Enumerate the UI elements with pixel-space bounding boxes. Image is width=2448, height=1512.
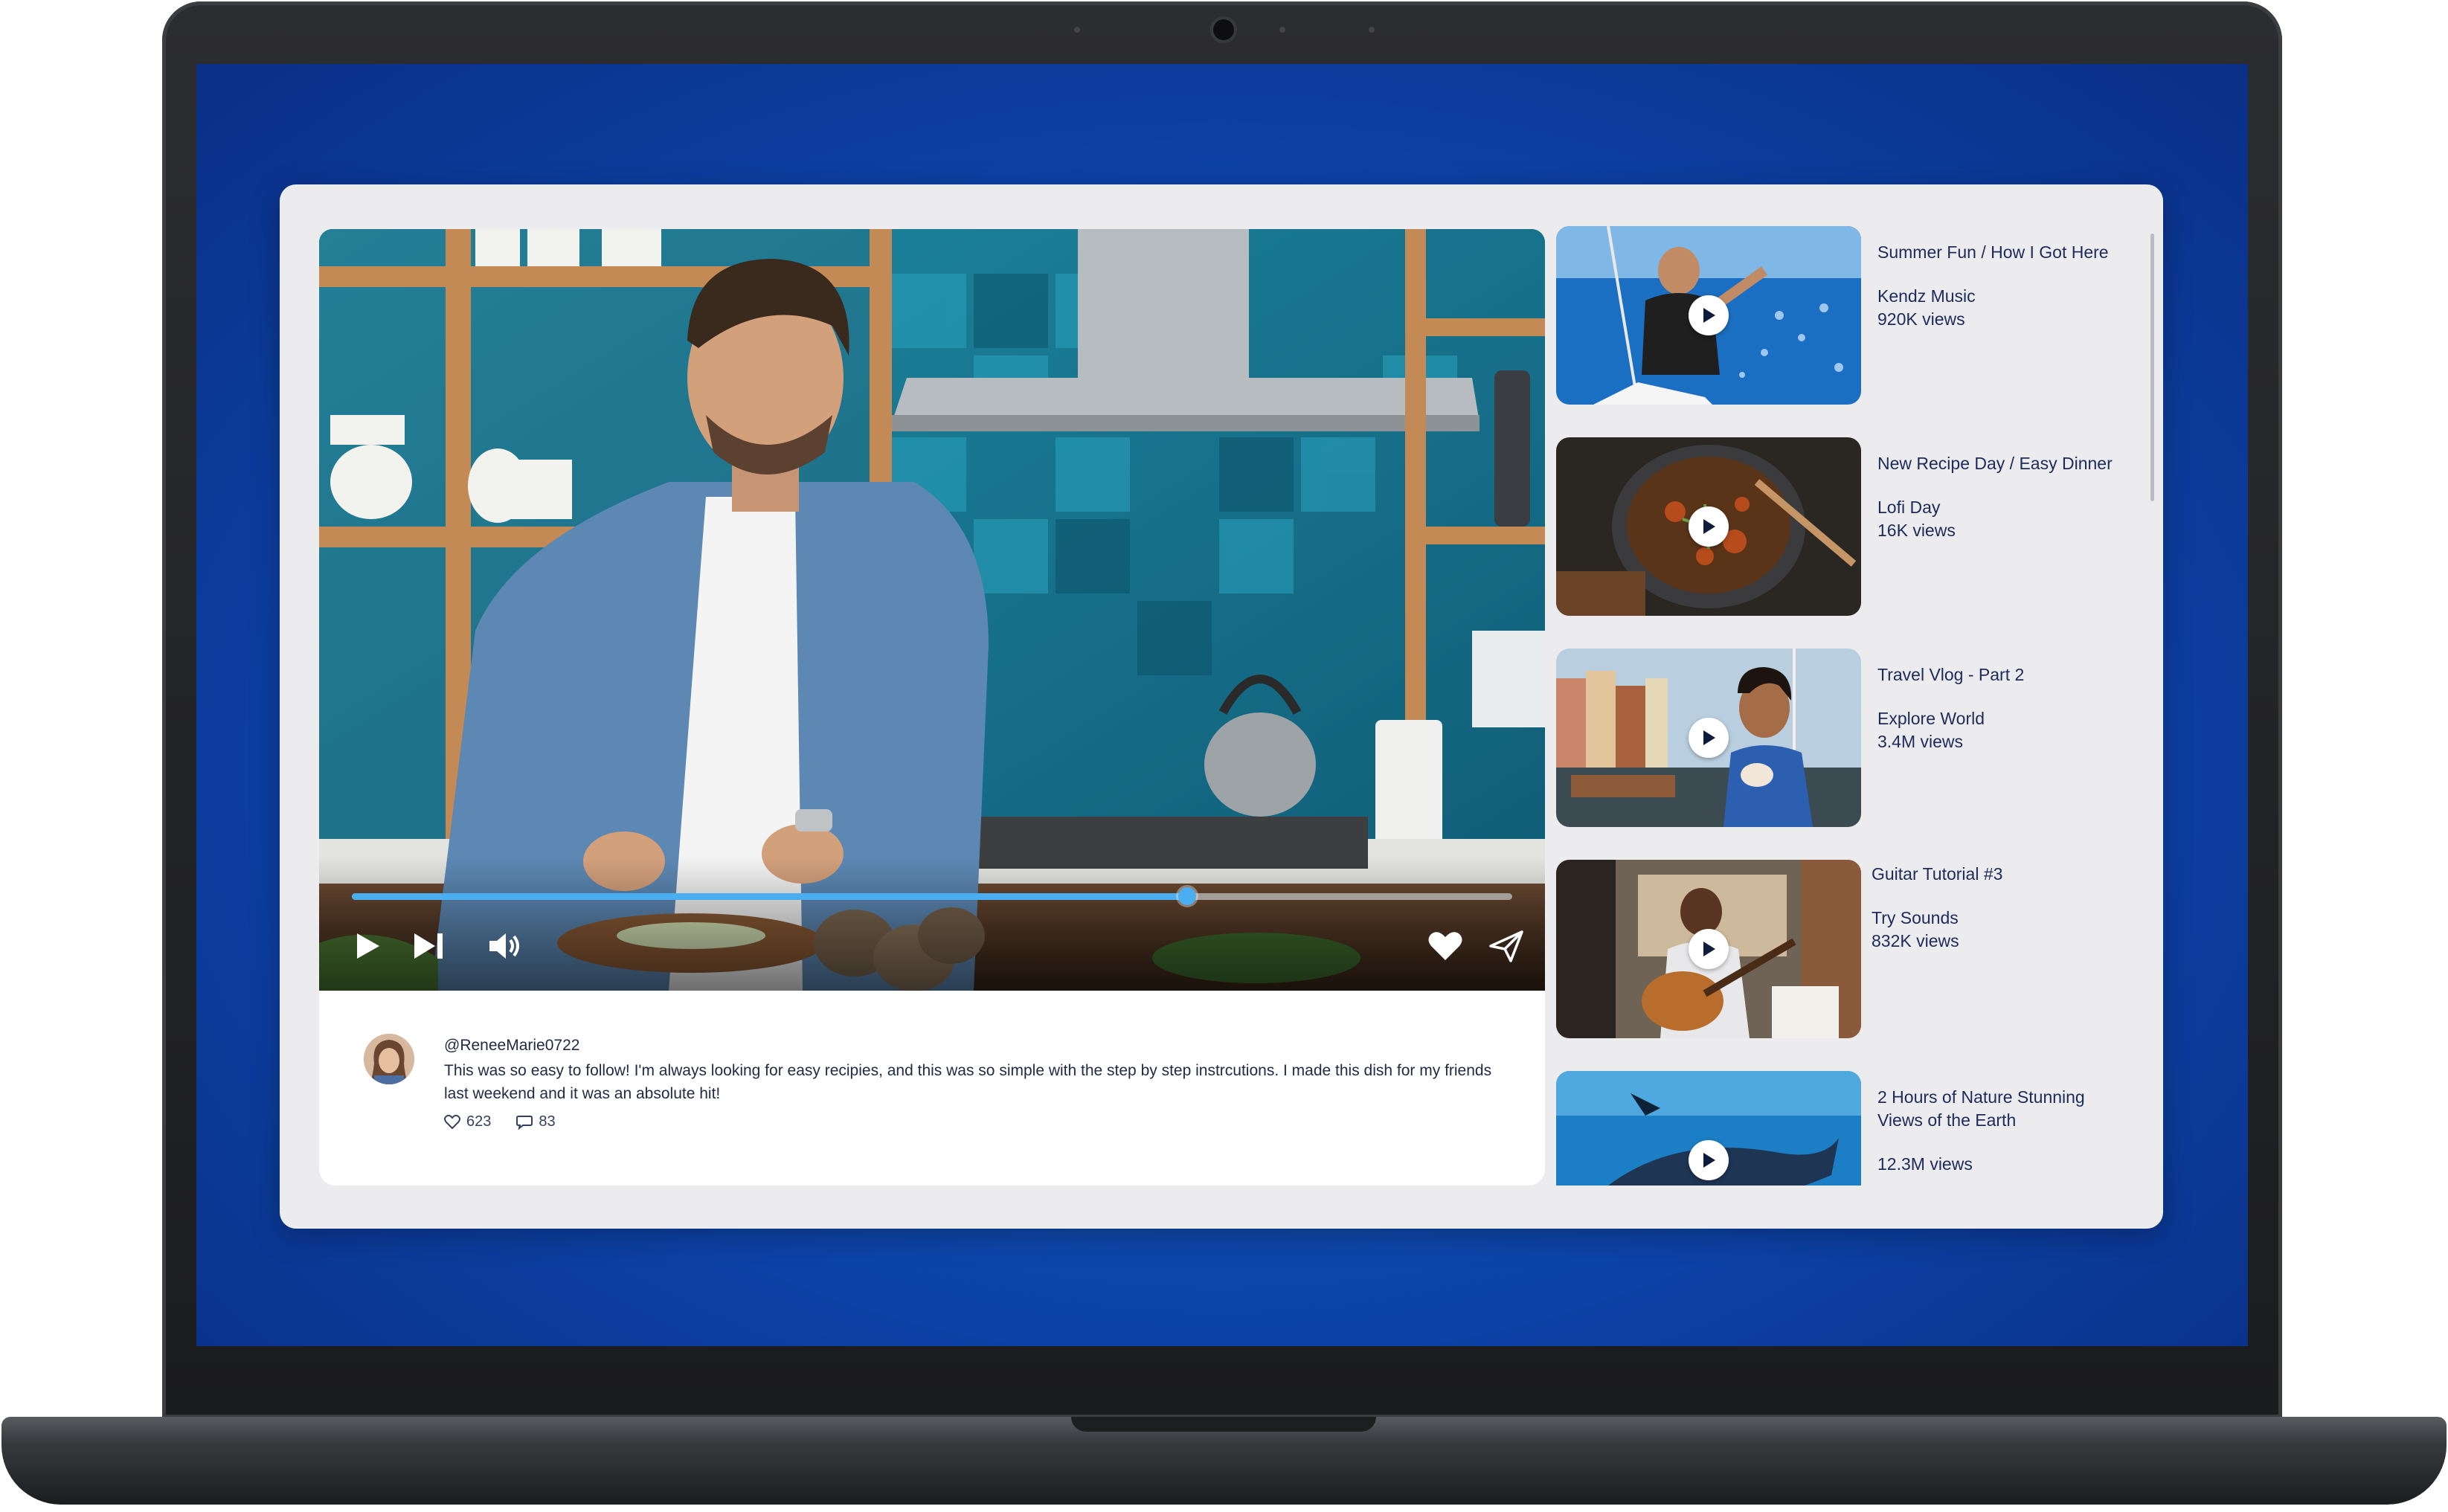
- video-thumbnail[interactable]: [1556, 226, 1861, 405]
- video-views: 3.4M views: [1877, 732, 1964, 751]
- video-views: 12.3M views: [1877, 1154, 1973, 1174]
- video-meta: Guitar Tutorial #3 Try Sounds 832K views: [1872, 863, 2124, 953]
- laptop-mockup: @ReneeMarie0722 This was so easy to foll…: [0, 0, 2448, 1512]
- play-button[interactable]: [346, 924, 391, 968]
- video-title[interactable]: 2 Hours of Nature Stunning Views of the …: [1877, 1086, 2130, 1132]
- avatar-photo: [364, 1034, 414, 1084]
- thumbnail-play-button[interactable]: [1689, 506, 1729, 547]
- video-views: 16K views: [1877, 521, 1956, 540]
- video-meta: 2 Hours of Nature Stunning Views of the …: [1877, 1086, 2130, 1176]
- up-next-item[interactable]: 2 Hours of Nature Stunning Views of the …: [1556, 1071, 2136, 1186]
- lid-sensor-left: [1074, 27, 1080, 33]
- webcam-icon: [1210, 16, 1237, 43]
- comment-stats: 623 83: [444, 1113, 556, 1130]
- comment-text: This was so easy to follow! I'm always l…: [444, 1062, 1492, 1102]
- volume-button[interactable]: [483, 924, 527, 968]
- comment-username[interactable]: @ReneeMarie0722: [444, 1037, 579, 1055]
- comment-reply-count: 83: [539, 1113, 556, 1130]
- video-player[interactable]: [319, 229, 1545, 991]
- heart-outline-icon: [444, 1114, 460, 1129]
- video-title[interactable]: Summer Fun / How I Got Here: [1877, 241, 2130, 264]
- like-button[interactable]: [1423, 924, 1468, 968]
- video-meta: Summer Fun / How I Got Here Kendz Music …: [1877, 241, 2130, 331]
- volume-icon: [489, 933, 519, 959]
- skip-next-icon: [414, 933, 443, 959]
- avatar[interactable]: [364, 1034, 414, 1084]
- up-next-list[interactable]: Summer Fun / How I Got Here Kendz Music …: [1556, 226, 2136, 1186]
- video-views: 920K views: [1877, 309, 1965, 329]
- comment-like-count: 623: [466, 1113, 492, 1130]
- video-channel: Kendz Music: [1877, 286, 1976, 306]
- comment-reply-button[interactable]: 83: [516, 1113, 556, 1130]
- lid-sensor-mic: [1279, 27, 1285, 33]
- comment-card: @ReneeMarie0722 This was so easy to foll…: [319, 991, 1545, 1186]
- play-icon: [357, 933, 379, 959]
- lid-sensor-right: [1369, 27, 1375, 33]
- video-thumbnail[interactable]: [1556, 860, 1861, 1038]
- video-meta: Travel Vlog - Part 2 Explore World 3.4M …: [1877, 663, 2130, 753]
- video-views: 832K views: [1872, 931, 1959, 950]
- heart-icon: [1428, 932, 1462, 960]
- video-app-window: @ReneeMarie0722 This was so easy to foll…: [280, 184, 2163, 1229]
- progress-bar[interactable]: [352, 887, 1512, 905]
- up-next-item[interactable]: Travel Vlog - Part 2 Explore World 3.4M …: [1556, 649, 2136, 827]
- laptop-screen: @ReneeMarie0722 This was so easy to foll…: [196, 64, 2248, 1346]
- video-channel: Explore World: [1877, 709, 1985, 728]
- next-button[interactable]: [407, 924, 452, 968]
- play-icon: [1703, 519, 1715, 534]
- video-thumbnail[interactable]: [1556, 649, 1861, 827]
- play-icon: [1703, 942, 1715, 956]
- progress-scrubber[interactable]: [1178, 887, 1197, 905]
- thumbnail-play-button[interactable]: [1689, 1140, 1729, 1180]
- list-scrollbar[interactable]: [2150, 234, 2154, 501]
- video-thumbnail[interactable]: [1556, 437, 1861, 616]
- laptop-hinge-notch: [1071, 1417, 1376, 1432]
- speech-bubble-icon: [516, 1115, 533, 1130]
- video-thumbnail[interactable]: [1556, 1071, 1861, 1186]
- thumbnail-play-button[interactable]: [1689, 929, 1729, 969]
- video-title[interactable]: New Recipe Day / Easy Dinner: [1877, 452, 2130, 475]
- thumbnail-play-button[interactable]: [1689, 295, 1729, 335]
- video-title[interactable]: Guitar Tutorial #3: [1872, 863, 2124, 886]
- send-icon: [1489, 930, 1523, 962]
- video-channel: Try Sounds: [1872, 908, 1959, 927]
- progress-fill: [352, 893, 1188, 900]
- share-button[interactable]: [1484, 924, 1529, 968]
- up-next-item[interactable]: New Recipe Day / Easy Dinner Lofi Day 16…: [1556, 437, 2136, 616]
- video-title[interactable]: Travel Vlog - Part 2: [1877, 663, 2130, 686]
- video-channel: Lofi Day: [1877, 498, 1941, 517]
- up-next-item[interactable]: Guitar Tutorial #3 Try Sounds 832K views: [1556, 860, 2136, 1038]
- play-icon: [1703, 1153, 1715, 1168]
- up-next-item[interactable]: Summer Fun / How I Got Here Kendz Music …: [1556, 226, 2136, 405]
- play-icon: [1703, 730, 1715, 745]
- play-icon: [1703, 308, 1715, 323]
- thumbnail-play-button[interactable]: [1689, 718, 1729, 758]
- video-meta: New Recipe Day / Easy Dinner Lofi Day 16…: [1877, 452, 2130, 542]
- comment-like-button[interactable]: 623: [444, 1113, 491, 1130]
